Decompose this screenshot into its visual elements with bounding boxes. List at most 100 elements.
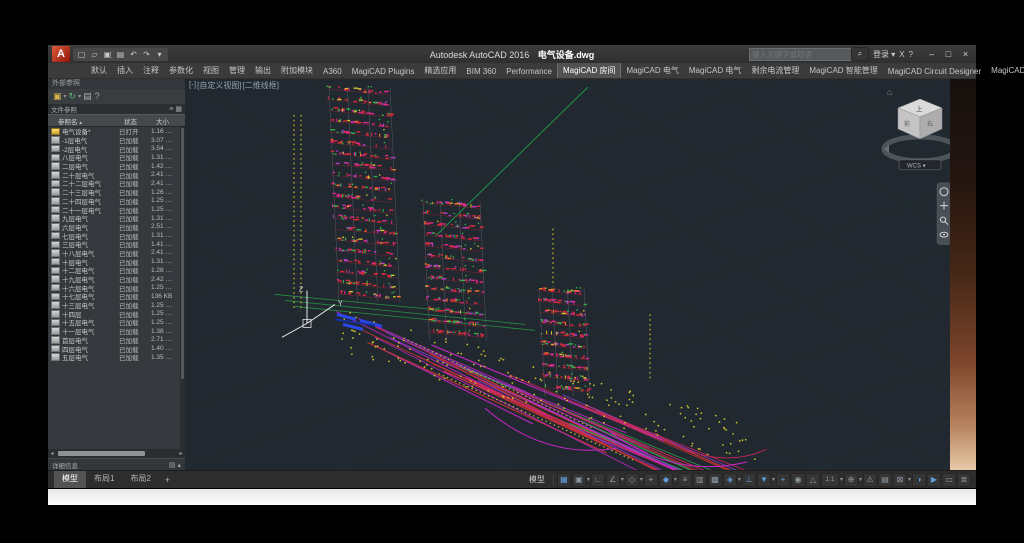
lineweight-icon[interactable]: ≡ [678,473,692,487]
grid-icon[interactable]: ▦ [557,473,571,487]
new-layout-button[interactable]: + [159,475,176,485]
ribbon-tab-10[interactable]: MagiCAD Plugins [347,65,420,78]
ribbon-tab-20[interactable]: MagiCAD 系统设计 [986,63,1024,78]
osnap-icon-dropdown[interactable]: ▾ [674,476,677,483]
ribbon-tab-5[interactable]: 视图 [198,63,224,78]
view-control[interactable]: [自定义视图] [197,80,241,91]
help-icon[interactable]: ? [909,50,913,59]
dynamic-ucs-icon[interactable]: ⊥ [742,473,756,487]
attach-reference-icon[interactable]: ▣ [52,90,63,103]
column-size[interactable]: 大小 [156,116,180,126]
xref-row[interactable]: 五层电气已加载1.35 … [48,353,185,362]
ribbon-tab-4[interactable]: 参数化 [164,63,198,78]
ribbon-tab-13[interactable]: Performance [501,65,557,78]
exchange-apps-icon[interactable]: X [899,50,904,59]
osnap-3d-icon[interactable]: ◈ [723,473,737,487]
snap-icon[interactable]: ▣ [572,473,586,487]
qat-plot-icon[interactable]: ▤ [115,48,126,61]
ortho-icon[interactable]: ∟ [591,473,605,487]
lock-ui-icon[interactable]: ⊠ [893,473,907,487]
customize-icon[interactable]: ≣ [957,473,971,487]
selection-cycling-icon[interactable]: ▩ [708,473,722,487]
drawing-canvas[interactable]: [-][自定义视图][二维线框] ZY上前右⌂WCS ▾ [185,79,950,471]
quick-properties-icon[interactable]: ▤ [878,473,892,487]
qat-new-icon[interactable]: ▢ [76,48,87,61]
qat-undo-icon[interactable]: ↶ [128,48,139,61]
ribbon-tab-14[interactable]: MagiCAD 房间 [557,62,621,78]
model-viewport[interactable]: ZY上前右⌂WCS ▾ [185,79,950,471]
horizontal-scrollbar[interactable]: ◂ ▸ [48,449,185,458]
polar-tracking-icon[interactable]: ∠ [606,473,620,487]
workspace-gear-icon[interactable]: ⊕ [844,473,858,487]
clean-screen-icon[interactable]: ▭ [942,473,956,487]
layout-tab-布局2[interactable]: 布局2 [122,471,158,488]
search-icon[interactable]: ⌕ [851,47,869,61]
ribbon-tab-2[interactable]: 插入 [112,63,138,78]
list-view-icon[interactable]: ≡ [169,106,173,113]
search-input[interactable] [750,50,851,59]
qat-redo-icon[interactable]: ↷ [141,48,152,61]
ribbon-tab-18[interactable]: MagiCAD 智能管理 [804,63,882,78]
column-status[interactable]: 状态 [124,116,156,126]
annotation-scale-icon[interactable]: 1:1 [821,473,839,487]
workspace-gear-icon-dropdown[interactable]: ▾ [859,476,862,483]
ribbon-tab-17[interactable]: 剩余电流管理 [746,63,804,78]
change-path-icon[interactable]: ▤ [82,90,93,103]
graphics-performance-icon[interactable]: ▶ [927,473,941,487]
ribbon-tab-15[interactable]: MagiCAD 电气 [621,63,683,78]
navigation-bar[interactable] [937,183,950,245]
selection-filter-icon[interactable]: ▼ [757,473,771,487]
qat-save-icon[interactable]: ▣ [102,48,113,61]
isolate-objects-icon[interactable]: ◑ [912,473,926,487]
sign-in-button[interactable]: 登录 ▾ [873,49,895,60]
autoscale-icon[interactable]: △ [806,473,820,487]
ribbon-tab-12[interactable]: BIM 360 [461,65,501,78]
refresh-icon-dropdown[interactable]: ▾ [78,93,81,100]
osnap-3d-icon-dropdown[interactable]: ▾ [738,476,741,483]
annotation-visibility-icon[interactable]: ◉ [791,473,805,487]
details-collapse-icon[interactable]: ▴ [177,462,181,469]
scroll-left-arrow[interactable]: ◂ [48,450,56,457]
annotation-monitor-icon[interactable]: ⚠ [863,473,877,487]
column-reference-name[interactable]: 参照名 ▴ [48,116,124,126]
isodraft-icon-dropdown[interactable]: ▾ [640,476,643,483]
selection-filter-icon-dropdown[interactable]: ▾ [772,476,775,483]
viewcube[interactable]: 上前右⌂WCS ▾ [884,87,950,170]
application-menu-button[interactable]: A [52,46,70,62]
osnap-icon[interactable]: ◆ [659,473,673,487]
scroll-right-arrow[interactable]: ▸ [177,450,185,457]
ribbon-tab-1[interactable]: 默认 [86,63,112,78]
qat-customize-icon[interactable]: ▾ [154,48,165,61]
snap-icon-dropdown[interactable]: ▾ [587,476,590,483]
attach-reference-icon-dropdown[interactable]: ▾ [64,93,67,100]
ribbon-tab-16[interactable]: MagiCAD 电气 [684,63,746,78]
ribbon-tab-9[interactable]: A360 [318,65,347,78]
gizmo-icon[interactable]: + [776,473,790,487]
help-icon[interactable]: ? [94,90,101,103]
lock-ui-icon-dropdown[interactable]: ▾ [908,476,911,483]
osnap-tracking-icon[interactable]: ⌖ [644,473,658,487]
layout-tab-布局1[interactable]: 布局1 [86,471,122,488]
restore-button[interactable]: □ [940,46,957,62]
ribbon-tab-3[interactable]: 注释 [138,63,164,78]
close-button[interactable]: × [957,46,974,62]
details-list-icon[interactable]: ▤ [169,462,176,469]
visual-style-control[interactable]: [二维线框] [243,80,279,91]
model-space-button[interactable]: 模型 [524,474,550,485]
ribbon-tab-19[interactable]: MagiCAD Circuit Designer [883,65,986,78]
ribbon-tab-7[interactable]: 输出 [250,63,276,78]
refresh-icon[interactable]: ↻ [68,90,78,103]
ribbon-tab-6[interactable]: 管理 [224,63,250,78]
minimize-button[interactable]: – [923,46,940,62]
viewport-menu-control[interactable]: [-] [189,80,196,91]
qat-open-icon[interactable]: ▱ [89,48,100,61]
annotation-scale-icon-dropdown[interactable]: ▾ [840,476,843,483]
layout-tab-模型[interactable]: 模型 [54,471,86,488]
scroll-thumb[interactable] [58,451,145,456]
tree-view-icon[interactable]: ▦ [175,106,182,113]
transparency-icon[interactable]: ▥ [693,473,707,487]
ribbon-tab-8[interactable]: 附加模块 [276,63,318,78]
polar-tracking-icon-dropdown[interactable]: ▾ [621,476,624,483]
ribbon-tab-11[interactable]: 精选应用 [419,63,461,78]
isodraft-icon[interactable]: ◇ [625,473,639,487]
